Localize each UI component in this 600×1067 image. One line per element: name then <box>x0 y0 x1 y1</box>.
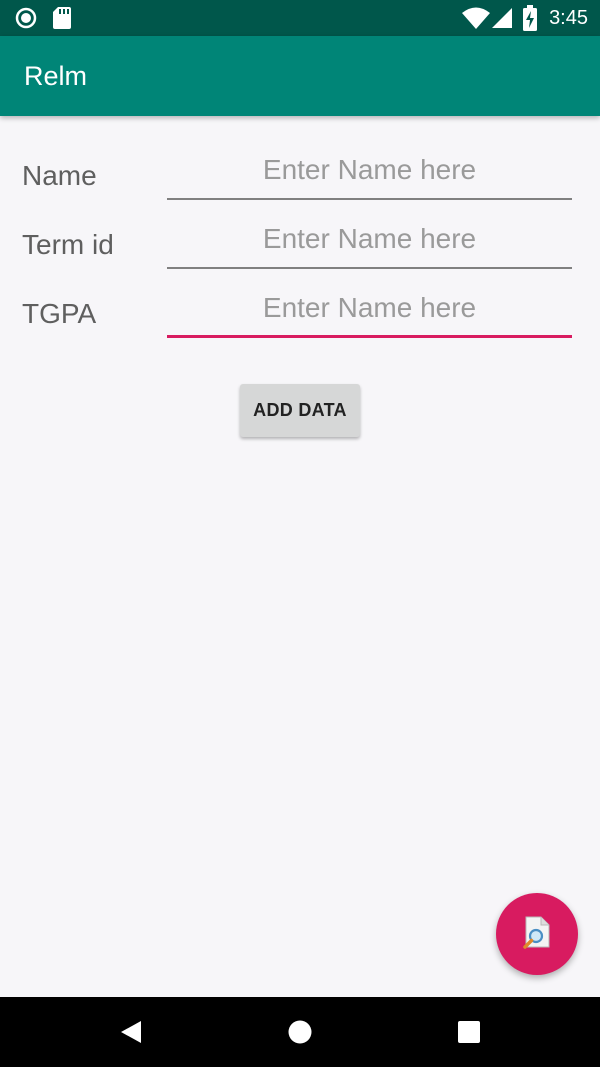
name-input[interactable] <box>167 148 572 200</box>
term-id-input[interactable] <box>167 217 572 269</box>
term-id-label: Term id <box>22 229 114 260</box>
status-bar: 3:45 <box>0 0 600 36</box>
battery-charging-icon <box>523 5 537 31</box>
wifi-icon <box>462 7 490 29</box>
home-icon <box>288 1020 312 1044</box>
recents-icon <box>458 1021 480 1043</box>
app-bar: Relm <box>0 36 600 116</box>
status-time: 3:45 <box>549 7 588 29</box>
tgpa-label: TGPA <box>22 298 97 329</box>
home-button[interactable] <box>278 1010 322 1054</box>
sd-card-icon <box>53 7 71 29</box>
system-nav-bar <box>0 997 600 1067</box>
tgpa-row: TGPA <box>0 282 600 342</box>
tgpa-input[interactable] <box>167 286 572 338</box>
back-icon <box>121 1021 141 1043</box>
back-button[interactable] <box>110 1010 154 1054</box>
app-title: Relm <box>24 61 88 91</box>
name-row: Name <box>0 144 600 204</box>
cell-signal-icon <box>492 8 512 28</box>
search-records-fab[interactable] <box>496 893 578 975</box>
recents-button[interactable] <box>447 1010 491 1054</box>
add-data-button[interactable]: ADD DATA <box>240 384 360 437</box>
term-id-row: Term id <box>0 213 600 273</box>
name-label: Name <box>22 160 97 191</box>
document-search-icon <box>523 916 550 949</box>
record-icon <box>15 7 37 29</box>
